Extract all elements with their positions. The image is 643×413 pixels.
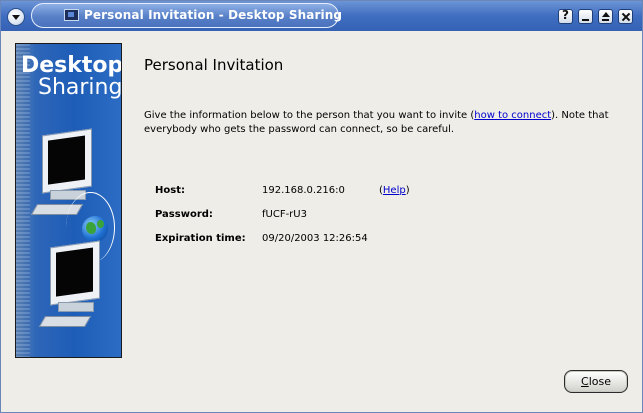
expiration-label: Expiration time: (155, 233, 246, 244)
host-value: 192.168.0.216:0 (262, 185, 345, 196)
close-button[interactable]: Close (564, 370, 628, 393)
close-icon[interactable] (618, 9, 633, 24)
password-label: Password: (155, 209, 213, 220)
minimize-icon[interactable] (578, 9, 593, 24)
password-value: fUCF-rU3 (262, 209, 307, 220)
host-label: Host: (155, 185, 185, 196)
help-paren-close: ) (405, 185, 410, 196)
help-link-group: (Help) (379, 185, 410, 196)
expiration-value: 09/20/2003 12:26:54 (262, 233, 368, 244)
dialog-window: Personal Invitation - Desktop Sharing De… (0, 0, 643, 413)
close-button-mnemonic: C (581, 375, 589, 388)
maximize-icon[interactable] (598, 9, 613, 24)
window-menu-icon[interactable] (7, 8, 25, 26)
banner-title-sharing: Sharing (38, 75, 122, 100)
help-icon[interactable] (558, 8, 573, 24)
help-link[interactable]: Help (383, 185, 406, 196)
close-button-label: lose (588, 375, 611, 388)
invitation-description: Give the information below to the person… (144, 109, 614, 137)
desc-text-before: Give the information below to the person… (144, 110, 475, 121)
app-icon (64, 9, 79, 21)
how-to-connect-link[interactable]: how to connect (474, 110, 551, 121)
window-title: Personal Invitation - Desktop Sharing (84, 8, 343, 22)
page-title: Personal Invitation (144, 56, 284, 74)
globe-icon (82, 216, 108, 242)
title-bar[interactable]: Personal Invitation - Desktop Sharing (1, 1, 642, 31)
sidebar-banner: Desktop Sharing (15, 43, 122, 358)
